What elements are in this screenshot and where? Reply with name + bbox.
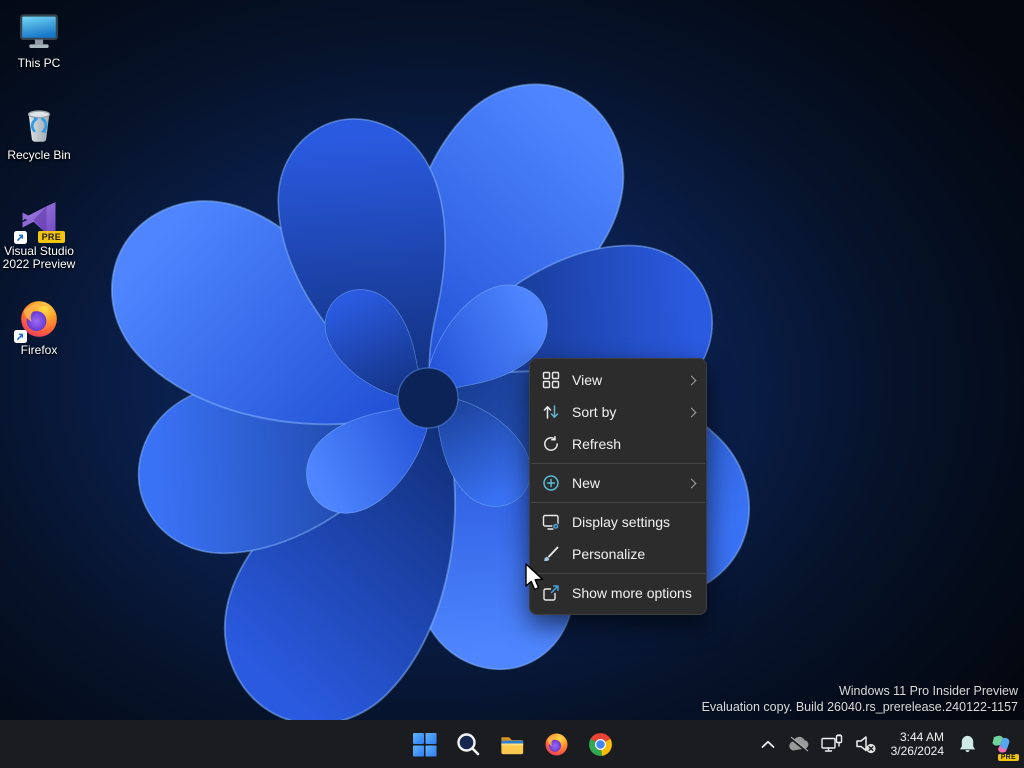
desktop-icon-this-pc[interactable]: This PC (1, 10, 77, 70)
menu-item-label: Display settings (572, 514, 671, 530)
new-item-icon (543, 475, 559, 491)
shortcut-arrow-icon (14, 330, 27, 343)
taskbar-clock[interactable]: 3:44 AM 3/26/2024 (884, 730, 951, 759)
chrome-button[interactable] (580, 724, 620, 764)
bloom-wallpaper (0, 0, 1024, 768)
menu-separator (531, 502, 705, 503)
menu-item-view[interactable]: View (530, 364, 706, 396)
network-button[interactable] (816, 725, 848, 763)
desktop-icon-label: Firefox (20, 343, 58, 357)
notification-center-button[interactable] (953, 725, 982, 763)
recycle-bin-icon (27, 110, 51, 142)
chrome-icon (588, 732, 612, 756)
start-button[interactable] (404, 724, 444, 764)
search-button[interactable] (448, 724, 488, 764)
copilot-preview-icon (992, 735, 1010, 753)
menu-item-refresh[interactable]: Refresh (530, 428, 706, 460)
mouse-cursor (525, 563, 544, 591)
menu-item-label: New (572, 475, 601, 491)
file-explorer-icon (500, 736, 523, 754)
clock-date: 3/26/2024 (890, 744, 944, 758)
onedrive-status-button[interactable] (782, 725, 814, 763)
sort-by-icon (543, 405, 559, 419)
hidden-icons-button[interactable] (756, 725, 780, 763)
file-explorer-button[interactable] (492, 724, 532, 764)
desktop-context-menu: View Sort by Refresh New Display setting… (529, 358, 707, 615)
firefox-button[interactable] (536, 724, 576, 764)
desktop[interactable]: This PC Recycle Bin PRE Visual Studio 20… (0, 0, 1024, 768)
evaluation-watermark: Windows 11 Pro Insider Preview Evaluatio… (702, 684, 1018, 715)
watermark-line2: Evaluation copy. Build 26040.rs_prerelea… (701, 699, 1018, 714)
shortcut-arrow-icon (14, 231, 27, 244)
view-grid-icon (542, 371, 560, 389)
onedrive-offline-icon (788, 736, 808, 752)
chevron-up-icon (761, 740, 774, 748)
menu-separator (531, 463, 705, 464)
copilot-button[interactable]: PRE (984, 725, 1019, 763)
menu-item-show-more-options[interactable]: Show more options (530, 577, 706, 609)
desktop-icon-label: Recycle Bin (7, 148, 71, 162)
menu-item-label: View (572, 372, 603, 388)
submenu-chevron-icon (686, 478, 697, 488)
menu-item-label: Sort by (572, 404, 617, 420)
windows-start-icon (412, 732, 436, 756)
menu-item-label: Personalize (572, 546, 646, 562)
menu-item-label: Refresh (572, 436, 622, 452)
display-settings-icon (542, 514, 560, 530)
ethernet-icon (820, 734, 842, 752)
menu-item-sort-by[interactable]: Sort by (530, 396, 706, 428)
desktop-icon-visual-studio[interactable]: PRE Visual Studio 2022 Preview (1, 198, 77, 271)
menu-item-display-settings[interactable]: Display settings (530, 506, 706, 538)
pre-badge: PRE (37, 231, 65, 243)
volume-button[interactable] (850, 725, 882, 763)
taskbar: 3:44 AM 3/26/2024 PRE (0, 720, 1024, 768)
firefox-icon (545, 733, 567, 755)
bell-icon (959, 735, 976, 753)
this-pc-icon (20, 14, 58, 48)
clock-time: 3:44 AM (899, 729, 944, 744)
desktop-icon-label: Visual Studio 2022 Preview (2, 244, 76, 271)
menu-item-new[interactable]: New (530, 467, 706, 499)
search-icon (457, 733, 480, 756)
submenu-chevron-icon (686, 407, 697, 417)
desktop-icon-recycle-bin[interactable]: Recycle Bin (1, 102, 77, 162)
refresh-icon (544, 435, 558, 451)
taskbar-center (404, 720, 620, 768)
submenu-chevron-icon (686, 375, 697, 385)
menu-item-personalize[interactable]: Personalize (530, 538, 706, 570)
personalize-icon (544, 546, 559, 562)
volume-muted-icon (855, 736, 876, 754)
menu-item-label: Show more options (572, 585, 692, 601)
copilot-pre-badge: PRE (997, 754, 1019, 761)
watermark-line1: Windows 11 Pro Insider Preview (838, 684, 1018, 698)
desktop-icon-label: This PC (17, 56, 61, 70)
system-tray: 3:44 AM 3/26/2024 PRE (756, 720, 1019, 768)
menu-separator (531, 573, 705, 574)
desktop-icon-firefox[interactable]: Firefox (1, 297, 77, 357)
